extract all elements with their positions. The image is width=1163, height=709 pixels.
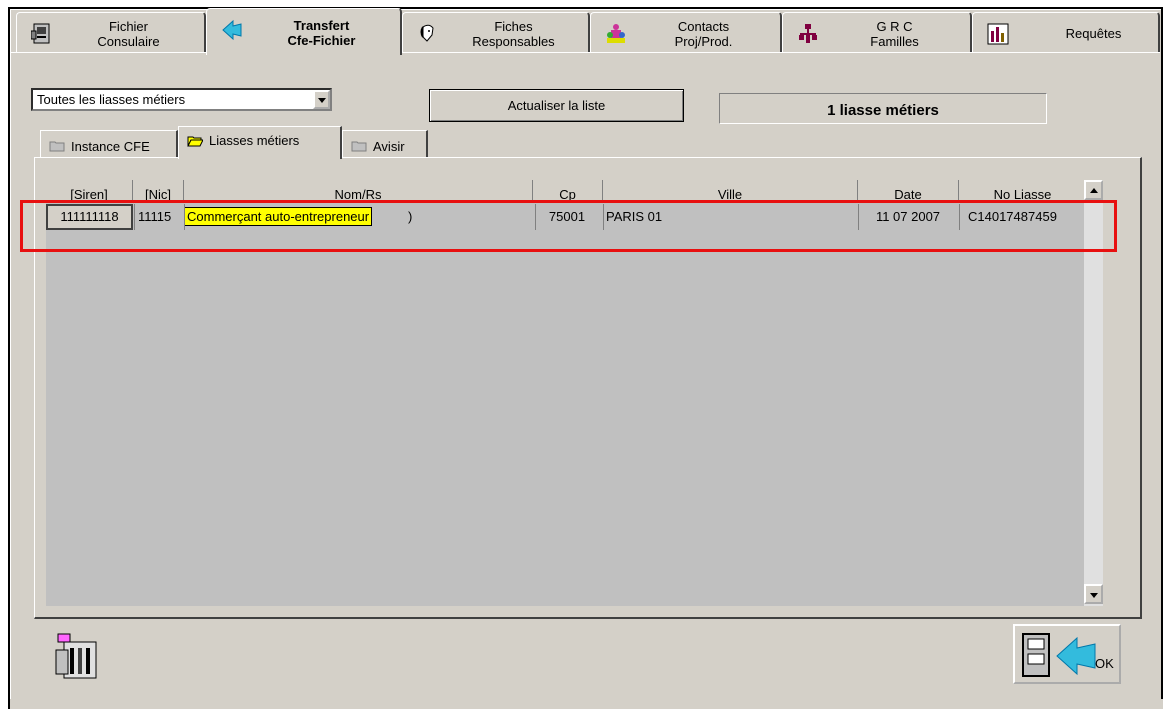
transfer-arrow-icon [222,19,242,41]
annotation-highlight-box [20,200,1117,252]
tab-fiches-responsables[interactable]: Fiches Responsables [402,12,590,52]
filter-value: Toutes les liasses métiers [37,92,186,107]
tab-grc-familles[interactable]: G R C Familles [782,12,972,52]
person-face-icon [420,24,434,42]
column-header-no-liasse[interactable]: No Liasse [959,180,1086,201]
tab-avisir[interactable]: Avisir [342,130,428,158]
tab-label: Instance CFE [71,139,150,154]
tab-label: Fiches Responsables [472,19,555,49]
column-header-ville[interactable]: Ville [603,180,858,201]
tab-requetes[interactable]: Requêtes [972,12,1160,52]
tab-label: G R C Familles [870,19,919,49]
tab-instance-cfe[interactable]: Instance CFE [40,130,178,158]
liasse-filter-select[interactable]: Toutes les liasses métiers [31,88,332,111]
tools-icon[interactable] [52,630,100,682]
group-people-icon [607,24,625,43]
column-header-siren[interactable]: [Siren] [46,180,133,201]
column-header-nic[interactable]: [Nic] [133,180,184,201]
card-file-icon [31,23,50,44]
tab-transfert-cfe-fichier[interactable]: Transfert Cfe-Fichier [206,8,402,55]
scroll-down-icon[interactable] [1084,584,1103,604]
column-header-nom[interactable]: Nom/Rs [184,180,533,201]
tab-label: Transfert Cfe-Fichier [287,18,356,48]
folder-icon [351,141,367,152]
family-tree-icon [799,24,817,43]
grid-header: [Siren] [Nic] Nom/Rs Cp Ville Date No Li… [46,180,1086,201]
window-bottom-edge [10,699,1163,709]
ok-button[interactable]: OK [1013,624,1121,684]
tab-label: Avisir [373,139,405,154]
liasse-count: 1 liasse métiers [719,93,1047,124]
chevron-down-icon[interactable] [313,90,330,109]
tab-strip-line [10,52,1160,53]
scroll-up-icon[interactable] [1084,180,1103,200]
tab-liasses-metiers[interactable]: Liasses métiers [178,126,342,159]
tab-label: Contacts Proj/Prod. [674,19,733,49]
bar-chart-icon [987,23,1009,45]
ok-label: OK [1095,656,1114,671]
tab-contacts-proj-prod[interactable]: Contacts Proj/Prod. [590,12,782,52]
tab-label: Fichier Consulaire [97,19,160,49]
column-header-cp[interactable]: Cp [533,180,603,201]
tab-fichier-consulaire[interactable]: Fichier Consulaire [16,12,206,52]
column-header-date[interactable]: Date [858,180,959,201]
open-folder-icon [187,136,203,147]
exit-door-arrow-icon [1022,633,1096,677]
folder-icon [49,141,65,152]
tab-label: Requêtes [1065,26,1122,41]
refresh-list-button[interactable]: Actualiser la liste [429,89,684,122]
tab-label: Liasses métiers [209,133,300,148]
